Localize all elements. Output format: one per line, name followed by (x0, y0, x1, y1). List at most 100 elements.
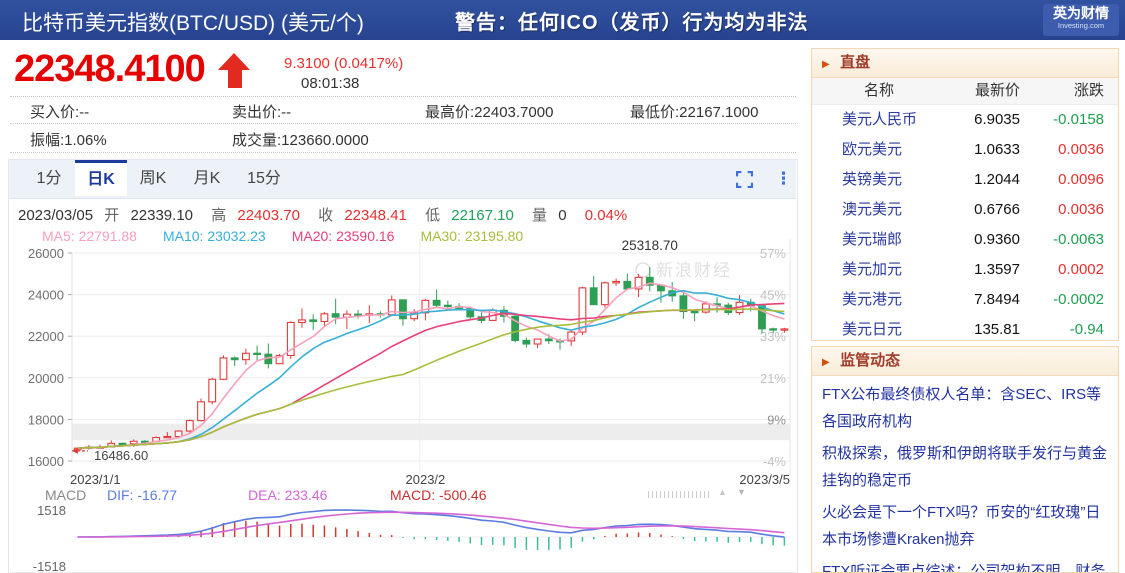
fx-box-header: ▶ 直盘 (812, 49, 1118, 78)
high-annotation: 25318.70 (622, 238, 678, 253)
top-bar: 比特币美元指数(BTC/USD) (美元/个) 警告：任何ICO（发币）行为均为… (0, 0, 1125, 40)
news-item[interactable]: FTX公布最终债权人名单：含SEC、IRS等各国政府机构 (822, 381, 1108, 435)
ma-line (78, 283, 785, 448)
fullscreen-icon[interactable] (736, 171, 753, 193)
section-arrow-icon: ▶ (822, 357, 830, 368)
svg-text:20000: 20000 (28, 371, 64, 386)
fx-pair-name[interactable]: 美元加元 (842, 255, 924, 285)
svg-text:16000: 16000 (28, 454, 64, 469)
fx-row: 美元人民币6.9035-0.0158 (812, 105, 1118, 135)
fx-row: 美元日元135.81-0.94 (812, 315, 1118, 345)
tab-daily-k[interactable]: 日K (75, 160, 127, 196)
fx-last-price: 1.3597 (924, 255, 1020, 285)
interval-tabbar: 1分 日K 周K 月K 15分 ⋮ (9, 160, 796, 199)
svg-text:2023/1/1: 2023/1/1 (70, 472, 121, 487)
svg-text:57%: 57% (760, 246, 786, 261)
volume: 成交量:123660.0000 (232, 129, 369, 150)
news-item[interactable]: 火必会是下一个FTX吗？币安的“红玫瑰”日本市场惨遭Kraken抛弃 (822, 499, 1108, 553)
col-name: 名称 (842, 78, 924, 104)
divider (10, 123, 796, 124)
day-high: 最高价:22403.7000 (425, 101, 553, 122)
fx-change: 0.0036 (1020, 195, 1104, 225)
tab-monthly-k[interactable]: 月K (181, 160, 233, 198)
col-last: 最新价 (924, 78, 1020, 104)
svg-text:24000: 24000 (28, 288, 64, 303)
svg-text:新浪财经: 新浪财经 (656, 261, 732, 280)
fx-change: -0.94 (1020, 315, 1104, 345)
price-change: 9.3100 (0.0417%) (284, 55, 403, 72)
ask-price: 卖出价:-- (232, 101, 291, 122)
ohlc-readout: 2023/03/05 开 22339.10 高 22403.70 收 22348… (18, 204, 634, 225)
svg-text:45%: 45% (760, 288, 786, 303)
fx-change: 0.0036 (1020, 135, 1104, 165)
fx-pair-name[interactable]: 英镑美元 (842, 165, 924, 195)
fx-last-price: 6.9035 (924, 105, 1020, 135)
fx-last-price: 7.8494 (924, 285, 1020, 315)
last-price: 22348.4100 (14, 48, 205, 91)
fx-rates-box: ▶ 直盘 名称 最新价 涨跌 美元人民币6.9035-0.0158欧元美元1.0… (811, 48, 1119, 341)
chart-scroll-handle[interactable] (648, 491, 712, 498)
svg-text:22000: 22000 (28, 329, 64, 344)
quote-row-2: 振幅:1.06% 成交量:123660.0000 (0, 129, 800, 153)
fx-row: 美元加元1.35970.0002 (812, 255, 1118, 285)
fx-pair-name[interactable]: 美元人民币 (842, 105, 924, 135)
macd-dea-value: DEA: 233.46 (248, 487, 327, 503)
ico-warning-banner: 警告：任何ICO（发币）行为均为非法 (455, 6, 809, 35)
fx-pair-name[interactable]: 欧元美元 (842, 135, 924, 165)
logo-title: 英为财情 (1043, 5, 1119, 21)
svg-text:26000: 26000 (28, 246, 64, 261)
macd-name: MACD (45, 487, 86, 503)
tab-1min[interactable]: 1分 (23, 160, 75, 198)
investing-logo[interactable]: 英为财情 Investing.com (1043, 4, 1119, 36)
chart-menu-icon[interactable]: ⋮ (775, 168, 792, 190)
fx-change: 0.0096 (1020, 165, 1104, 195)
fx-table-header: 名称 最新价 涨跌 (812, 78, 1118, 105)
macd-hist-value: MACD: -500.46 (390, 487, 486, 503)
day-low: 最低价:22167.1000 (630, 101, 758, 122)
tab-15min[interactable]: 15分 (235, 160, 293, 198)
scroll-down-icon[interactable]: ▼ (737, 487, 746, 497)
svg-text:9%: 9% (767, 412, 786, 427)
fx-row: 澳元美元0.67660.0036 (812, 195, 1118, 225)
news-box-header: ▶ 监管动态 (812, 347, 1118, 376)
news-item[interactable]: FTX听证会要点综述：公司架构不明、财务混 (822, 558, 1108, 573)
news-item[interactable]: 积极探索，俄罗斯和伊朗将联手发行与黄金挂钩的稳定币 (822, 440, 1108, 494)
tab-weekly-k[interactable]: 周K (127, 160, 179, 198)
fx-row: 欧元美元1.06330.0036 (812, 135, 1118, 165)
kline-chart[interactable]: 2600057%2400045%2200033%2000021%180009%1… (10, 232, 796, 488)
fx-last-price: 0.6766 (924, 195, 1020, 225)
fx-change: 0.0002 (1020, 255, 1104, 285)
dif-line (78, 510, 785, 537)
ohlc-volume: 0 (558, 207, 566, 224)
page: 比特币美元指数(BTC/USD) (美元/个) 警告：任何ICO（发币）行为均为… (0, 0, 1125, 573)
news-box-title[interactable]: 监管动态 (840, 352, 900, 369)
fx-last-price: 0.9360 (924, 225, 1020, 255)
macd-dif-value: DIF: -16.77 (107, 487, 177, 503)
fx-last-price: 135.81 (924, 315, 1020, 345)
col-change: 涨跌 (1020, 78, 1104, 104)
fx-last-price: 1.2044 (924, 165, 1020, 195)
fx-pair-name[interactable]: 澳元美元 (842, 195, 924, 225)
macd-chart[interactable]: 1518-1518 (10, 503, 796, 573)
ohlc-low: 22167.10 (451, 207, 514, 224)
quote-row-1: 买入价:-- 卖出价:-- 最高价:22403.7000 最低价:22167.1… (0, 101, 800, 125)
fx-pair-name[interactable]: 美元港元 (842, 285, 924, 315)
fx-pair-name[interactable]: 美元瑞郎 (842, 225, 924, 255)
svg-text:2023/2: 2023/2 (406, 472, 446, 487)
price-up-arrow-icon (218, 53, 252, 91)
ohlc-high: 22403.70 (237, 207, 300, 224)
svg-text:-4%: -4% (763, 454, 787, 469)
fx-row: 美元港元7.8494-0.0002 (812, 285, 1118, 315)
divider (10, 96, 796, 97)
ohlc-open: 22339.10 (130, 207, 193, 224)
bid-price: 买入价:-- (30, 101, 89, 122)
regulation-news-box: ▶ 监管动态 FTX公布最终债权人名单：含SEC、IRS等各国政府机构积极探索，… (811, 346, 1119, 573)
section-arrow-icon: ▶ (822, 59, 830, 70)
amplitude: 振幅:1.06% (30, 129, 107, 150)
fx-change: -0.0063 (1020, 225, 1104, 255)
news-list: FTX公布最终债权人名单：含SEC、IRS等各国政府机构积极探索，俄罗斯和伊朗将… (812, 376, 1118, 573)
low-annotation: 16486.60 (94, 448, 148, 463)
fx-box-title[interactable]: 直盘 (840, 54, 870, 71)
scroll-up-icon[interactable]: ▲ (718, 487, 727, 497)
fx-pair-name[interactable]: 美元日元 (842, 315, 924, 345)
